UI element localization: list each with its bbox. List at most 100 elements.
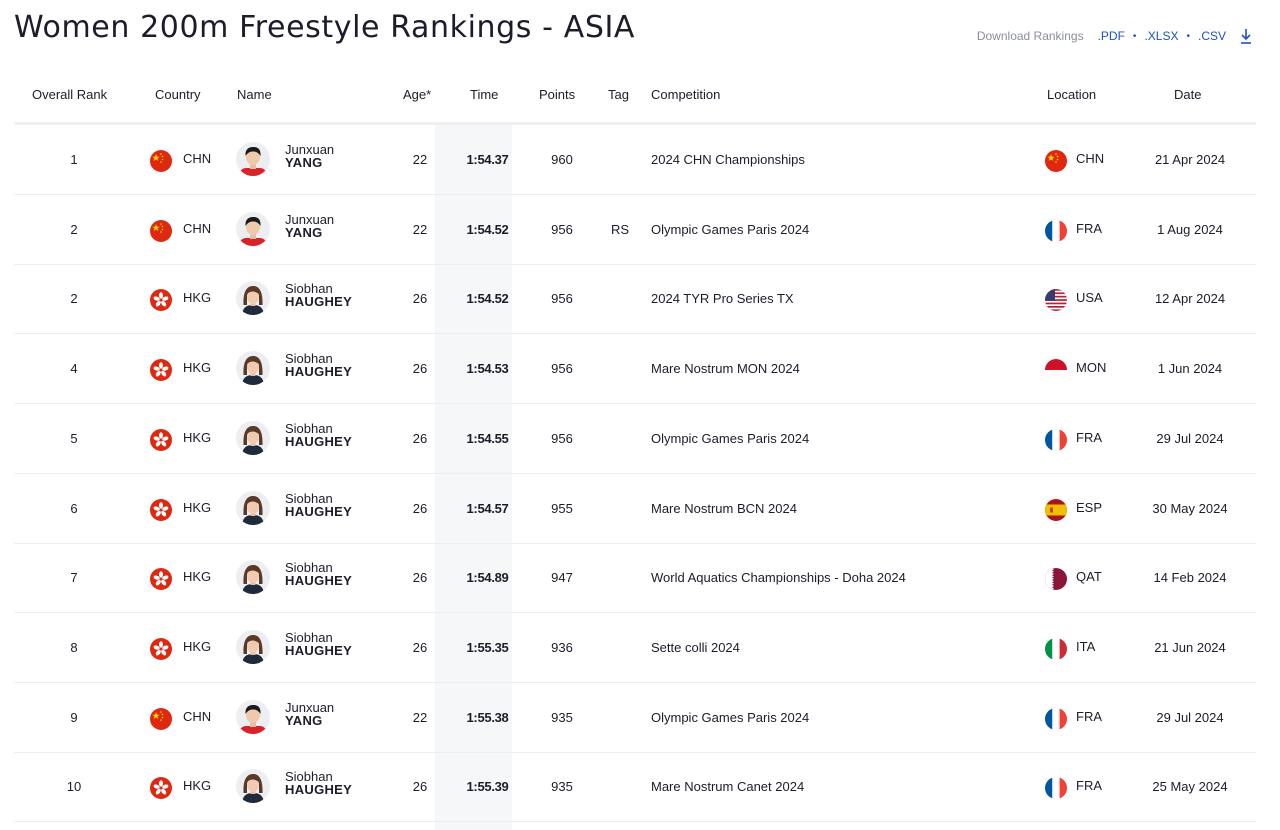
age-cell: 26 bbox=[412, 640, 428, 655]
competition-cell: Mare Nostrum MON 2024 bbox=[651, 361, 800, 376]
athlete-name-link[interactable]: Siobhan HAUGHEY bbox=[285, 492, 352, 518]
time-cell: 1:55.39 bbox=[466, 779, 509, 794]
points-cell: 956 bbox=[551, 222, 573, 237]
table-row[interactable]: 9 CHN Junxuan YANG 22 1:55.38 935 Olympic Games… bbox=[14, 683, 1256, 753]
time-cell: 1:55.38 bbox=[466, 710, 509, 725]
athlete-name-link[interactable]: Siobhan HAUGHEY bbox=[285, 561, 352, 587]
table-row[interactable]: 2 CHN Junxuan YANG 22 1:54.52 956 RS Olympic Gam… bbox=[14, 195, 1256, 265]
age-cell: 22 bbox=[412, 152, 428, 167]
date-cell: 21 Apr 2024 bbox=[1154, 152, 1226, 167]
athlete-last-name: YANG bbox=[285, 713, 323, 728]
table-row[interactable]: 4 HKG Siobhan HAUGHEY 26 1:54.53 956 Mare Nostr… bbox=[14, 334, 1256, 404]
athlete-avatar[interactable] bbox=[236, 351, 270, 385]
monaco-flag-icon bbox=[1045, 359, 1067, 381]
date-cell: 30 May 2024 bbox=[1152, 501, 1228, 516]
competition-cell: Olympic Games Paris 2024 bbox=[651, 222, 810, 237]
rank-cell: 10 bbox=[66, 779, 82, 794]
header-date[interactable]: Date bbox=[1174, 87, 1201, 102]
table-row[interactable]: 2 HKG Siobhan HAUGHEY 26 1:54.52 956 2024 TYR P… bbox=[14, 264, 1256, 334]
china-flag-icon bbox=[150, 220, 172, 242]
competition-cell: 2024 CHN Championships bbox=[651, 152, 805, 167]
age-cell: 26 bbox=[412, 501, 428, 516]
country-code: HKG bbox=[183, 778, 212, 793]
athlete-name-link[interactable]: Siobhan HAUGHEY bbox=[285, 631, 352, 657]
athlete-last-name: HAUGHEY bbox=[285, 504, 353, 519]
athlete-avatar[interactable] bbox=[236, 700, 270, 734]
points-cell: 956 bbox=[551, 291, 573, 306]
header-competition[interactable]: Competition bbox=[651, 87, 720, 102]
points-cell: 935 bbox=[551, 779, 573, 794]
rank-cell: 8 bbox=[70, 640, 78, 655]
table-row[interactable]: 8 HKG Siobhan HAUGHEY 26 1:55.35 936 Sette coll… bbox=[14, 613, 1256, 683]
athlete-name-link[interactable]: Siobhan HAUGHEY bbox=[285, 770, 352, 796]
age-cell: 26 bbox=[412, 291, 428, 306]
location-code: ESP bbox=[1076, 500, 1103, 515]
points-cell: 956 bbox=[551, 431, 573, 446]
athlete-avatar[interactable] bbox=[236, 630, 270, 664]
competition-cell: Olympic Games Paris 2024 bbox=[651, 431, 810, 446]
age-cell: 22 bbox=[412, 710, 428, 725]
athlete-avatar[interactable] bbox=[236, 212, 270, 246]
header-age[interactable]: Age* bbox=[403, 87, 431, 102]
qatar-flag-icon bbox=[1045, 568, 1067, 590]
country-code: HKG bbox=[183, 290, 212, 305]
table-row[interactable]: 6 HKG Siobhan HAUGHEY 26 1:54.57 955 Mare Nostr… bbox=[14, 474, 1256, 544]
athlete-last-name: HAUGHEY bbox=[285, 573, 353, 588]
athlete-avatar[interactable] bbox=[236, 421, 270, 455]
athlete-name-link[interactable]: Siobhan HAUGHEY bbox=[285, 422, 352, 448]
country-code: HKG bbox=[183, 430, 212, 445]
date-cell: 21 Jun 2024 bbox=[1154, 640, 1226, 655]
header-location[interactable]: Location bbox=[1047, 87, 1096, 102]
rank-cell: 2 bbox=[70, 222, 78, 237]
athlete-avatar[interactable] bbox=[236, 142, 270, 176]
header-rank[interactable]: Overall Rank bbox=[32, 87, 107, 102]
hong-kong-flag-icon bbox=[150, 289, 172, 311]
points-cell: 955 bbox=[551, 501, 573, 516]
hong-kong-flag-icon bbox=[150, 359, 172, 381]
athlete-last-name: YANG bbox=[285, 155, 323, 170]
points-cell: 956 bbox=[551, 361, 573, 376]
age-cell: 26 bbox=[412, 570, 428, 585]
athlete-avatar[interactable] bbox=[236, 769, 270, 803]
china-flag-icon bbox=[150, 150, 172, 172]
location-code: FRA bbox=[1076, 221, 1102, 236]
download-csv-link[interactable]: .CSV bbox=[1198, 29, 1226, 43]
download-icon[interactable] bbox=[1240, 28, 1252, 44]
tag-cell: RS bbox=[610, 222, 630, 237]
athlete-avatar[interactable] bbox=[236, 281, 270, 315]
header-points[interactable]: Points bbox=[539, 87, 575, 102]
download-xlsx-link[interactable]: .XLSX bbox=[1144, 29, 1178, 43]
rank-cell: 6 bbox=[70, 501, 78, 516]
table-row[interactable]: 5 HKG Siobhan HAUGHEY 26 1:54.55 956 Olympic Ga… bbox=[14, 404, 1256, 474]
date-cell: 14 Feb 2024 bbox=[1153, 570, 1227, 585]
china-flag-icon bbox=[150, 708, 172, 730]
country-code: HKG bbox=[183, 360, 212, 375]
athlete-name-link[interactable]: Junxuan YANG bbox=[285, 143, 334, 169]
time-cell: 1:54.52 bbox=[466, 222, 509, 237]
country-code: CHN bbox=[183, 709, 212, 724]
table-row[interactable]: 10 HKG Siobhan HAUGHEY 26 1:55.39 935 Mare Nost… bbox=[14, 752, 1256, 822]
athlete-name-link[interactable]: Siobhan HAUGHEY bbox=[285, 282, 352, 308]
date-cell: 25 May 2024 bbox=[1152, 779, 1228, 794]
athlete-avatar[interactable] bbox=[236, 560, 270, 594]
competition-cell: Olympic Games Paris 2024 bbox=[651, 710, 810, 725]
table-row[interactable]: 7 HKG Siobhan HAUGHEY 26 1:54.89 947 World Aqua… bbox=[14, 543, 1256, 613]
header-country[interactable]: Country bbox=[155, 87, 201, 102]
athlete-name-link[interactable]: Junxuan YANG bbox=[285, 213, 334, 239]
header-time[interactable]: Time bbox=[470, 87, 498, 102]
athlete-avatar[interactable] bbox=[236, 491, 270, 525]
header-tag[interactable]: Tag bbox=[608, 87, 629, 102]
china-flag-icon bbox=[1045, 150, 1067, 172]
athlete-name-link[interactable]: Siobhan HAUGHEY bbox=[285, 352, 352, 378]
usa-flag-icon bbox=[1045, 289, 1067, 311]
download-bar: Download Rankings .PDF • .XLSX • .CSV bbox=[977, 28, 1252, 44]
separator-dot: • bbox=[1186, 30, 1190, 42]
header-name[interactable]: Name bbox=[237, 87, 272, 102]
download-pdf-link[interactable]: .PDF bbox=[1098, 29, 1125, 43]
table-row[interactable]: 1 CHN Junxuan YANG 22 1:54.37 960 2024 CHN Cham… bbox=[14, 125, 1256, 195]
competition-cell: Mare Nostrum Canet 2024 bbox=[651, 779, 805, 794]
age-cell: 26 bbox=[412, 779, 428, 794]
athlete-last-name: HAUGHEY bbox=[285, 643, 353, 658]
location-code: MON bbox=[1076, 360, 1107, 375]
athlete-name-link[interactable]: Junxuan YANG bbox=[285, 701, 334, 727]
